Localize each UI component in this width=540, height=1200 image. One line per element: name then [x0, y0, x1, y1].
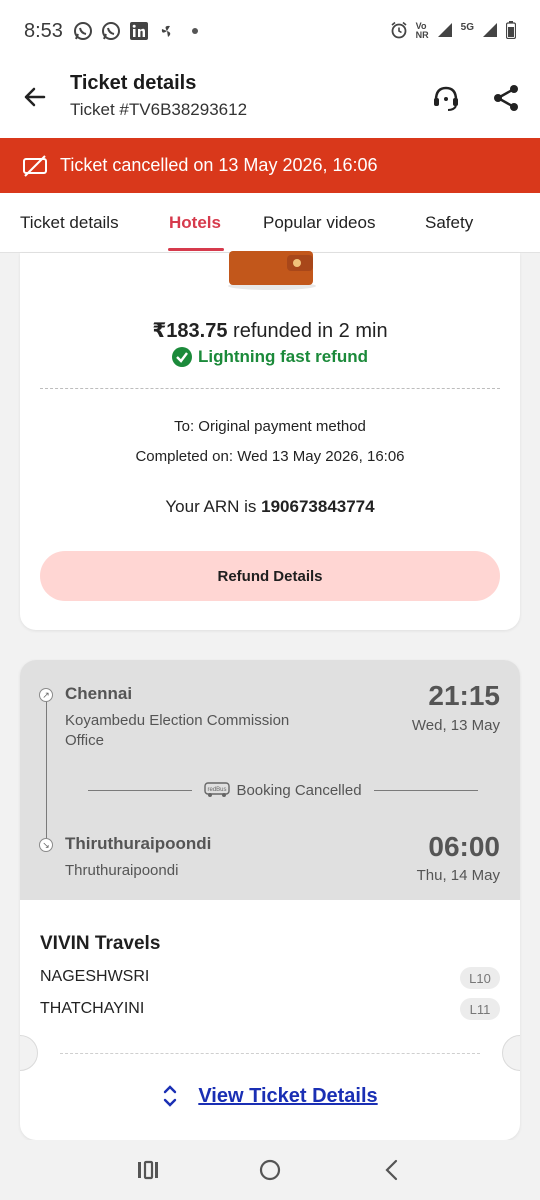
departure-marker-icon: ↗ — [39, 688, 53, 702]
home-button[interactable] — [258, 1158, 282, 1182]
expand-icon — [164, 1085, 177, 1107]
passenger-name: THATCHAYINI — [40, 1000, 145, 1017]
seat-badge: L10 — [460, 967, 500, 989]
refund-details-button[interactable]: Refund Details — [40, 551, 500, 601]
operator-name: VIVIN Travels — [40, 933, 161, 954]
back-arrow-icon — [24, 87, 46, 107]
bus-icon: redBus — [204, 782, 231, 797]
completed-value: Wed 13 May 2026, 16:06 — [237, 448, 405, 465]
refund-destination-label: To: — [174, 418, 199, 435]
passenger-name: NAGESHWSRI — [40, 968, 150, 985]
departure-time: 21:15 — [428, 680, 500, 711]
status-label: redBus Booking Cancelled — [192, 782, 373, 799]
tab-popular-videos[interactable]: Popular videos — [263, 213, 375, 233]
fast-refund-label: Lightning fast refund — [198, 347, 368, 366]
alarm-icon — [390, 21, 408, 42]
linkedin-icon — [129, 21, 149, 41]
headset-icon — [434, 86, 458, 111]
arrival-time: 06:00 — [428, 831, 500, 862]
tab-safety[interactable]: Safety — [425, 213, 473, 233]
home-icon — [259, 1159, 281, 1181]
tab-bar: Ticket details Hotels Popular videos Saf… — [0, 193, 540, 253]
booking-status: redBus Booking Cancelled — [88, 780, 478, 800]
dropping-point: Thruthuraipoondi — [65, 862, 179, 879]
view-ticket-details-link[interactable]: View Ticket Details — [20, 1084, 520, 1108]
divider — [40, 388, 500, 389]
journey-card: ↗ ↘ Chennai Koyambedu Election Commissio… — [20, 660, 520, 1140]
arrival-marker-icon: ↘ — [39, 838, 53, 852]
refund-destination-value: Original payment method — [198, 418, 366, 435]
tab-ticket-details[interactable]: Ticket details — [20, 213, 119, 233]
whatsapp-icon — [73, 21, 93, 41]
ticket-number: Ticket #TV6B38293612 — [70, 100, 248, 119]
timeline-line — [46, 700, 47, 844]
recents-button[interactable] — [136, 1158, 160, 1182]
refund-card: ₹183.75 refunded in 2 min Lightning fast… — [20, 251, 520, 630]
view-ticket-details-label: View Ticket Details — [198, 1084, 378, 1107]
signal-icon — [437, 22, 453, 41]
active-tab-indicator — [168, 248, 224, 251]
nav-back-button[interactable] — [380, 1158, 404, 1182]
support-button[interactable] — [430, 82, 462, 114]
5g-signal-icon — [482, 22, 498, 41]
battery-icon — [505, 20, 517, 42]
fast-refund-badge: Lightning fast refund — [20, 347, 520, 367]
booking-status-text: Booking Cancelled — [236, 781, 362, 799]
recents-icon — [138, 1160, 158, 1180]
system-icons: Vo NR 5G — [390, 20, 517, 42]
destination-city: Thiruthuraipoondi — [65, 834, 212, 853]
status-line-right — [373, 789, 478, 791]
arn-label: Your ARN is — [165, 497, 262, 516]
refund-destination: To: Original payment method — [20, 418, 520, 435]
fan-icon — [157, 21, 177, 41]
boarding-point: Koyambedu Election Commission Office — [65, 712, 290, 749]
page-title: Ticket details — [70, 72, 197, 94]
ticket-divider — [60, 1053, 480, 1054]
arrival-date: Thu, 14 May — [416, 867, 500, 884]
whatsapp-business-icon — [101, 21, 121, 41]
wallet-icon — [228, 251, 316, 290]
back-button[interactable] — [20, 82, 50, 112]
status-bar: 8:53 Vo NR 5G — [0, 0, 540, 62]
refund-time-text: refunded in 2 min — [227, 320, 388, 342]
status-line-left — [88, 789, 193, 791]
volte-icon: Vo NR — [416, 22, 429, 40]
ticket-notch-left — [20, 1035, 38, 1071]
cancellation-banner: Ticket cancelled on 13 May 2026, 16:06 — [0, 138, 540, 193]
origin-city: Chennai — [65, 684, 133, 703]
journey-summary: ↗ ↘ Chennai Koyambedu Election Commissio… — [20, 660, 520, 900]
completed-label: Completed on: — [135, 448, 238, 465]
app-header: Ticket details Ticket #TV6B38293612 — [0, 62, 540, 138]
5g-label: 5G — [460, 21, 474, 33]
notification-icons — [73, 21, 205, 41]
arn-value: 190673843774 — [261, 497, 375, 516]
bus-logo-text: redBus — [208, 787, 227, 793]
share-icon — [494, 85, 518, 111]
refund-amount-line: ₹183.75 refunded in 2 min — [20, 318, 520, 343]
arn-line: Your ARN is 190673843774 — [20, 497, 520, 517]
refund-completed: Completed on: Wed 13 May 2026, 16:06 — [20, 448, 520, 465]
departure-date: Wed, 13 May — [411, 717, 500, 734]
nr-label: NR — [415, 30, 429, 40]
refund-amount: ₹183.75 — [152, 320, 228, 342]
share-button[interactable] — [490, 82, 522, 114]
tab-hotels[interactable]: Hotels — [169, 213, 221, 233]
ticket-notch-right — [502, 1035, 520, 1071]
status-time: 8:53 — [24, 19, 63, 42]
check-circle-icon — [172, 347, 192, 367]
cancellation-text: Ticket cancelled on 13 May 2026, 16:06 — [60, 155, 378, 175]
ticket-cancelled-icon — [23, 154, 47, 177]
seat-badge: L11 — [460, 998, 500, 1020]
system-nav-bar — [0, 1140, 540, 1200]
back-nav-icon — [385, 1159, 398, 1181]
dot-icon — [185, 21, 205, 41]
